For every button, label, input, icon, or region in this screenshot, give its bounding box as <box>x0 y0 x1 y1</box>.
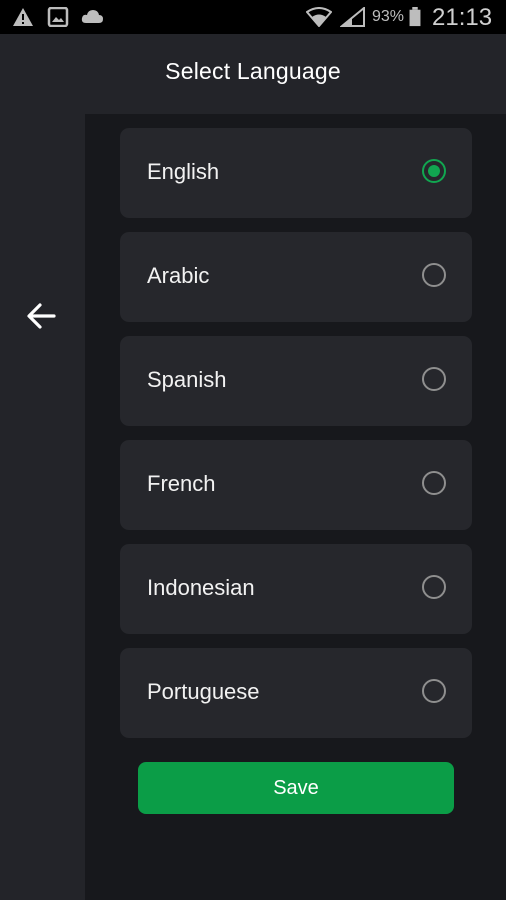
wifi-icon <box>306 7 332 27</box>
save-button[interactable]: Save <box>138 762 454 814</box>
radio-unselected-icon[interactable] <box>422 367 446 391</box>
radio-unselected-icon[interactable] <box>422 575 446 599</box>
signal-icon <box>340 7 365 27</box>
language-label: French <box>147 471 216 496</box>
language-option-english[interactable]: English <box>120 128 472 218</box>
language-option-arabic[interactable]: Arabic <box>120 232 472 322</box>
language-content: English Arabic Spanish French Indonesian… <box>85 114 506 900</box>
language-label: Portuguese <box>147 679 260 704</box>
image-icon <box>47 7 69 27</box>
arrow-left-icon <box>27 303 56 329</box>
left-rail <box>0 114 85 900</box>
language-list: English Arabic Spanish French Indonesian… <box>120 128 472 752</box>
cloud-icon <box>81 10 103 23</box>
language-label: Indonesian <box>147 575 255 600</box>
radio-unselected-icon[interactable] <box>422 679 446 703</box>
battery-icon <box>409 7 421 27</box>
language-screen: 93% 21:13 Select Language English Arabic <box>0 0 506 900</box>
language-label: English <box>147 159 220 184</box>
language-option-indonesian[interactable]: Indonesian <box>120 544 472 634</box>
language-option-spanish[interactable]: Spanish <box>120 336 472 426</box>
language-option-portuguese[interactable]: Portuguese <box>120 648 472 738</box>
radio-unselected-icon[interactable] <box>422 263 446 287</box>
battery-percent: 93% <box>372 8 405 25</box>
status-bar: 93% 21:13 <box>0 0 506 34</box>
warning-icon <box>13 8 33 26</box>
status-time: 21:13 <box>432 4 493 31</box>
back-button[interactable] <box>24 302 60 330</box>
page-title: Select Language <box>165 58 341 84</box>
radio-selected-icon[interactable] <box>422 159 446 183</box>
radio-unselected-icon[interactable] <box>422 471 446 495</box>
language-label: Spanish <box>147 367 227 392</box>
language-option-french[interactable]: French <box>120 440 472 530</box>
language-label: Arabic <box>147 263 210 288</box>
top-bar: Select Language <box>0 34 506 114</box>
